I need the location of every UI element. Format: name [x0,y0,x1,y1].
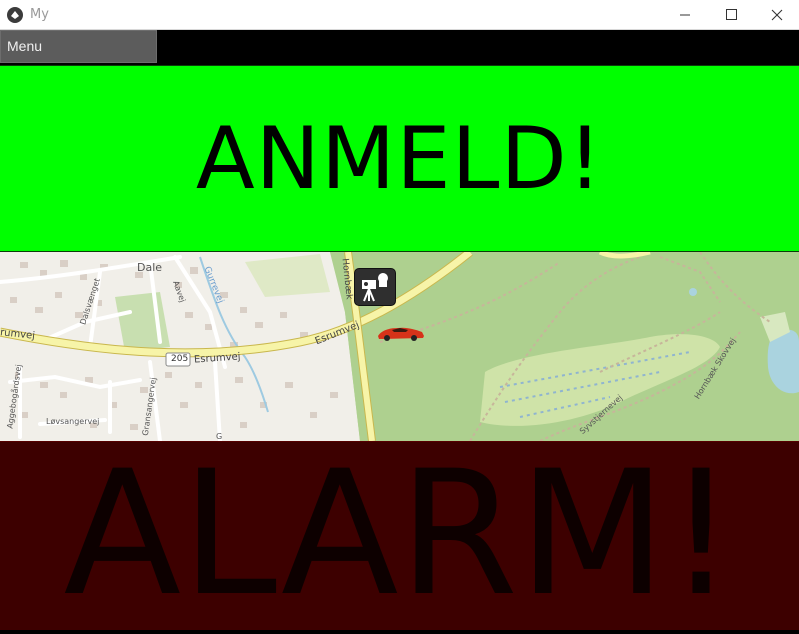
menu-button[interactable]: Menu [0,30,157,63]
maximize-button[interactable] [707,0,753,30]
window-titlebar: My [0,0,799,30]
map-tiles [0,252,799,441]
minimize-icon [680,14,690,16]
map-label-lovsanger: Løvsangervej [46,417,100,426]
red-car-icon[interactable] [376,324,426,342]
menu-bar: Menu [0,30,799,64]
close-button[interactable] [753,0,799,30]
minimize-button[interactable] [661,0,707,30]
close-icon [771,9,783,21]
report-button-label: ANMELD! [195,109,604,209]
report-button[interactable]: ANMELD! [0,65,799,252]
alarm-button[interactable]: ALARM! [0,441,799,630]
window-title: My [30,7,49,22]
map-label-town: Dale [137,261,163,274]
alarm-button-label: ALARM! [63,433,736,634]
map-label-road-number: 205 [171,354,189,364]
speed-camera-icon[interactable] [354,268,396,306]
maximize-icon [726,9,737,20]
app-logo-icon [7,7,23,23]
map-view[interactable]: Dale 205 Esrumvej Esrumvej rumvej Hornbæ… [0,252,799,441]
